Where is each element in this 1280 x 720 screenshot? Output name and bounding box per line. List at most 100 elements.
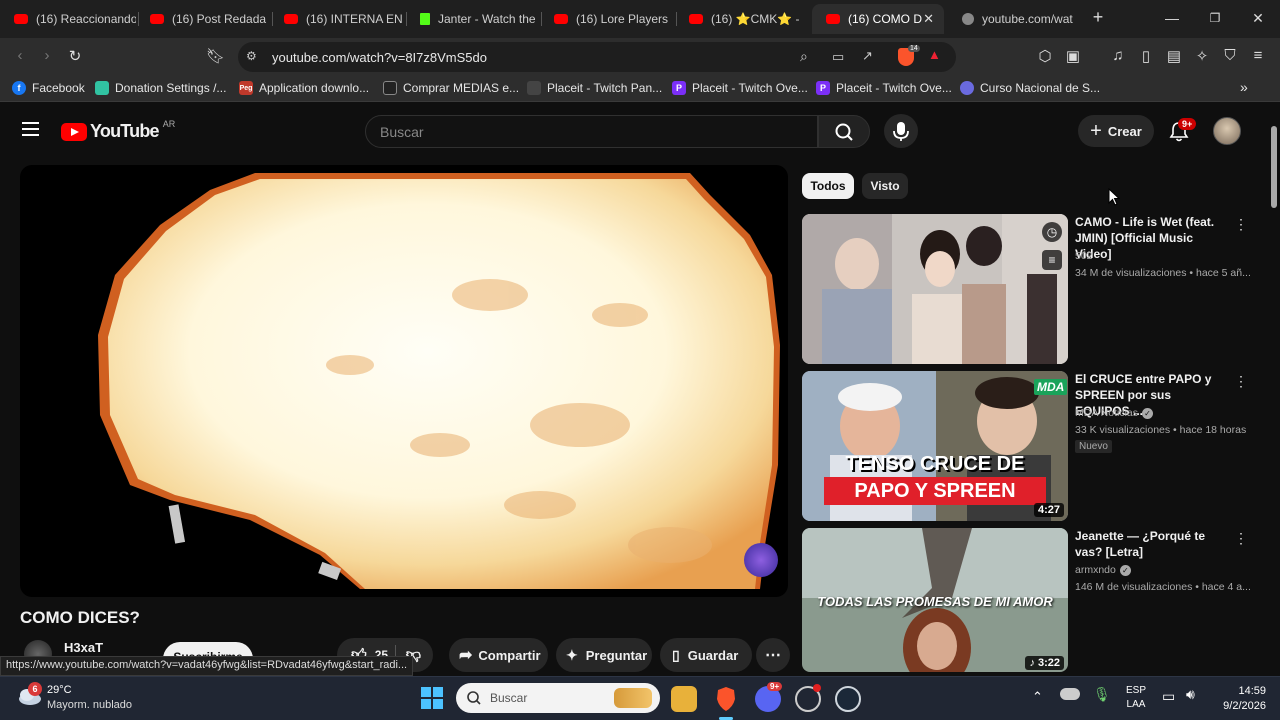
watch-later-clock-icon[interactable]: ◷ <box>1042 222 1062 242</box>
browser-tab[interactable]: (16) Lore Players <box>540 6 674 32</box>
search-input[interactable]: Buscar <box>365 115 818 148</box>
back-icon[interactable]: ‹ <box>11 47 29 64</box>
recommended-video-title[interactable]: Jeanette — ¿Porqué te vas? [Letra] <box>1075 528 1225 560</box>
zoom-icon[interactable]: ⌕ <box>800 48 808 65</box>
youtube-icon <box>554 14 568 24</box>
leo-ai-icon[interactable]: ✧ <box>1193 47 1211 65</box>
vpn-icon[interactable]: ⛉ <box>1221 47 1239 64</box>
add-to-queue-icon[interactable]: ≡ <box>1042 250 1062 270</box>
more-vert-icon[interactable]: ⋮ <box>1234 216 1248 233</box>
taskbar-search-input[interactable]: Buscar <box>456 683 660 713</box>
close-tab-icon[interactable]: ✕ <box>923 11 934 27</box>
search-icon <box>835 123 853 141</box>
ask-button[interactable]: ✦ Preguntar <box>556 638 652 672</box>
window-close-icon[interactable]: ✕ <box>1250 10 1266 27</box>
new-tab-button[interactable]: + <box>1090 7 1106 28</box>
recommended-video-channel[interactable]: MDA Noticias <box>1075 407 1138 419</box>
mic-tray-icon[interactable]: 🎙︎ <box>1093 686 1111 703</box>
video-player[interactable] <box>20 165 788 597</box>
onedrive-cloud-icon[interactable] <box>1060 688 1080 700</box>
windows-start-icon[interactable] <box>421 687 443 709</box>
address-bar[interactable]: ⚙ youtube.com/watch?v=8I7z8VmS5do ⌕ ▭ ↗ … <box>238 42 956 72</box>
search-button[interactable] <box>818 115 870 148</box>
recommended-video[interactable]: MDA TENSO CRUCE DE PAPO Y SPREEN 4:27 El… <box>802 371 1248 521</box>
recommended-video-meta: 33 K visualizaciones • hace 18 horas <box>1075 424 1247 436</box>
tray-overflow-icon[interactable]: ⌃ <box>1032 689 1043 705</box>
minimize-icon[interactable]: — <box>1164 10 1180 26</box>
network-icon[interactable]: ▭ <box>1162 688 1175 705</box>
video-thumbnail[interactable]: MDA TENSO CRUCE DE PAPO Y SPREEN 4:27 <box>802 371 1068 521</box>
more-vert-icon[interactable]: ⋮ <box>1234 530 1248 547</box>
forward-icon[interactable]: › <box>38 47 56 64</box>
bookmark-item[interactable]: P Placeit - Twitch Ove... <box>672 81 808 95</box>
video-thumbnail[interactable]: ◷ ≡ <box>802 214 1068 364</box>
microphone-icon <box>893 122 909 141</box>
recommended-video[interactable]: ◷ ≡ CAMO - Life is Wet (feat. JMIN) [Off… <box>802 214 1251 364</box>
wallet-2-icon[interactable]: ▤ <box>1165 47 1183 65</box>
share-icon[interactable]: ↗ <box>862 48 873 64</box>
wallet-icon[interactable]: ▣ <box>1064 47 1082 65</box>
bookmark-item[interactable]: P Placeit - Twitch Ove... <box>816 81 952 95</box>
clock[interactable]: 14:59 9/2/2026 <box>1216 684 1266 714</box>
chip-todos[interactable]: Todos <box>802 173 854 199</box>
volume-icon[interactable]: 🔊︎ <box>1186 686 1195 703</box>
extensions-icon[interactable]: ⬡ <box>1036 47 1054 65</box>
browser-tab[interactable]: (16) Post Redada <box>136 6 270 32</box>
browser-tab[interactable]: (16) INTERNA EN <box>270 6 404 32</box>
create-button[interactable]: + Crear <box>1078 115 1154 147</box>
weather-temp[interactable]: 29°C <box>47 684 72 696</box>
recommended-video-channel[interactable]: armxndo <box>1075 564 1116 576</box>
avatar[interactable] <box>1213 117 1241 145</box>
youtube-logo[interactable]: YouTube AR <box>61 119 175 142</box>
language-indicator[interactable]: ESP LAA <box>1126 684 1146 712</box>
media-icon[interactable]: ♫ <box>1109 47 1127 64</box>
more-vert-icon[interactable]: ⋮ <box>1234 373 1248 390</box>
browser-tab[interactable]: (16) ⭐CMK⭐ - <box>675 6 809 32</box>
bookmark-item[interactable]: Placeit - Twitch Pan... <box>527 81 662 95</box>
share-button[interactable]: ➦ Compartir <box>449 638 548 672</box>
sidebar-icon[interactable]: ▯ <box>1137 47 1155 65</box>
bookmark-icon[interactable]: 🔖︎ <box>206 47 225 65</box>
streamlabs-icon <box>95 81 109 95</box>
weather-desc[interactable]: Mayorm. nublado <box>47 699 132 711</box>
page-scrollbar[interactable] <box>1268 102 1280 676</box>
bookmark-item[interactable]: Peg Application downlo... <box>239 81 369 95</box>
chip-visto[interactable]: Visto <box>862 173 908 199</box>
brave-browser-icon[interactable] <box>713 686 739 712</box>
channel-watermark-icon[interactable] <box>744 543 778 577</box>
youtube-icon <box>150 14 164 24</box>
hamburger-menu-icon[interactable] <box>22 122 39 136</box>
new-badge: Nuevo <box>1075 440 1112 453</box>
more-actions-icon[interactable]: ⋯ <box>756 638 790 672</box>
brave-rewards-icon[interactable]: ▲ <box>928 47 941 62</box>
save-button[interactable]: ▯ Guardar <box>660 638 752 672</box>
placeit-icon <box>527 81 541 95</box>
scrollbar-thumb[interactable] <box>1271 126 1277 208</box>
url-text: youtube.com/watch?v=8I7z8VmS5do <box>272 50 487 65</box>
discord-badge: 9+ <box>767 682 783 691</box>
voice-search-button[interactable] <box>884 114 918 148</box>
bookmarks-overflow-icon[interactable]: » <box>1240 79 1248 95</box>
bookmark-item[interactable]: f Facebook <box>12 81 85 95</box>
bookmark-item[interactable]: Curso Nacional de S... <box>960 81 1100 95</box>
browser-tab[interactable]: youtube.com/wat <box>948 6 1082 32</box>
recommended-video-title[interactable]: CAMO - Life is Wet (feat. JMIN) [Officia… <box>1075 214 1225 262</box>
reload-icon[interactable]: ↻ <box>66 47 84 65</box>
browser-tab[interactable]: Janter - Watch the <box>406 6 540 32</box>
video-thumbnail[interactable]: TODAS LAS PROMESAS DE MI AMOR ♪ 3:22 <box>802 528 1068 672</box>
file-explorer-icon[interactable] <box>671 686 697 712</box>
steam-icon[interactable] <box>835 686 861 712</box>
youtube-icon <box>14 14 28 24</box>
cast-icon[interactable]: ▭ <box>832 49 844 65</box>
bookmark-item[interactable]: Donation Settings /... <box>95 81 226 95</box>
recommended-video[interactable]: TODAS LAS PROMESAS DE MI AMOR ♪ 3:22 Jean… <box>802 528 1251 678</box>
menu-icon[interactable]: ≡ <box>1249 47 1267 64</box>
video-duration: ♪ 3:22 <box>1025 656 1064 670</box>
browser-tab[interactable]: (16) Reaccionando <box>0 6 136 32</box>
site-info-icon[interactable]: ⚙ <box>246 49 257 63</box>
bookmark-item[interactable]: Comprar MEDIAS e... <box>383 81 519 95</box>
restore-icon[interactable]: ❐ <box>1207 11 1223 25</box>
channel-name[interactable]: H3xaT <box>64 640 103 655</box>
browser-tab-active[interactable]: (16) COMO D ✕ <box>812 4 944 34</box>
recommended-video-channel[interactable]: 502 <box>1075 250 1093 262</box>
